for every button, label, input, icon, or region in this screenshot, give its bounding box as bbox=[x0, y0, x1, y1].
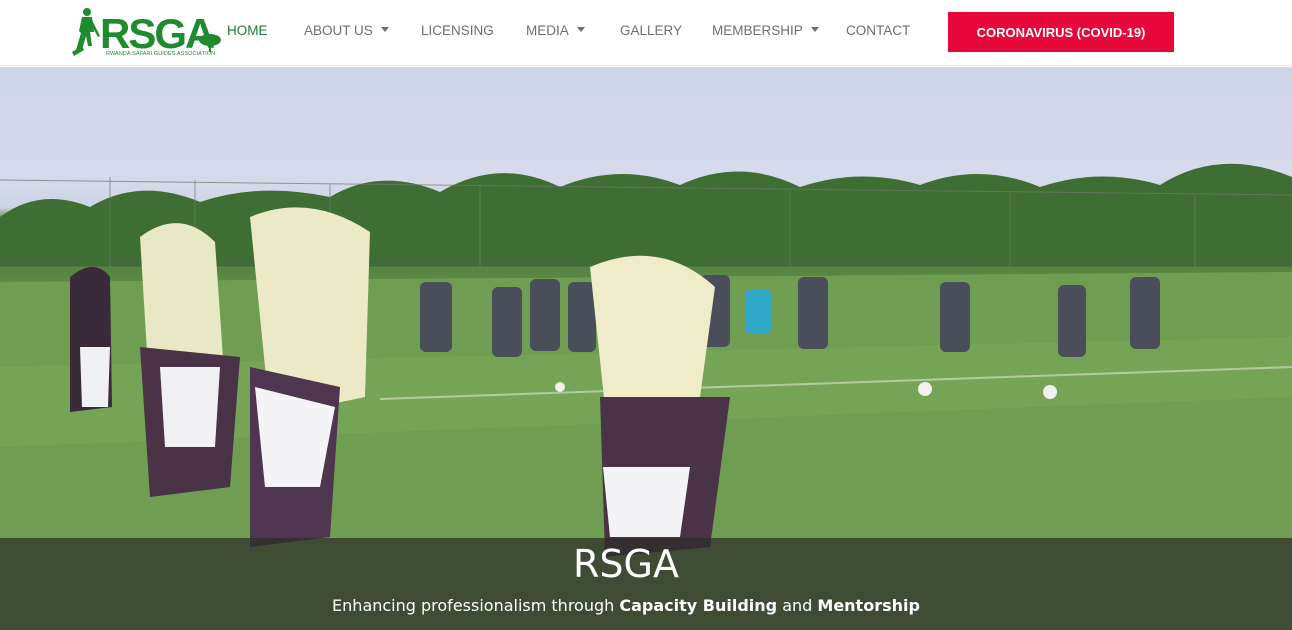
nav-contact[interactable]: CONTACT bbox=[846, 23, 910, 38]
hero-banner: RSGA Enhancing professionalism through C… bbox=[0, 67, 1292, 630]
logo-text: RSGA bbox=[100, 10, 215, 57]
nav-about-us-label: ABOUT US bbox=[304, 23, 373, 38]
tagline-pre: Enhancing professionalism through bbox=[332, 596, 620, 615]
chevron-down-icon bbox=[380, 27, 389, 32]
nav-membership-label: MEMBERSHIP bbox=[712, 23, 803, 38]
chevron-down-icon bbox=[810, 27, 819, 32]
tagline-mid: and bbox=[777, 596, 818, 615]
nav-licensing[interactable]: LICENSING bbox=[421, 23, 494, 38]
hero-title: RSGA bbox=[573, 542, 679, 586]
nav-home[interactable]: HOME bbox=[227, 23, 268, 38]
logo-subtitle: RWANDA SAFARI GUIDES ASSOCIATION bbox=[106, 51, 216, 57]
tagline-capacity-building: Capacity Building bbox=[619, 596, 778, 615]
tagline-mentorship: Mentorship bbox=[817, 596, 920, 615]
nav-about-us[interactable]: ABOUT US bbox=[304, 23, 389, 38]
chevron-down-icon bbox=[576, 27, 585, 32]
rsga-logo[interactable]: RSGA RWANDA SAFARI GUIDES ASSOCIATION bbox=[70, 6, 225, 60]
hero-tagline: Enhancing professionalism through Capaci… bbox=[0, 596, 1252, 615]
nav-membership[interactable]: MEMBERSHIP bbox=[712, 23, 819, 38]
nav-gallery[interactable]: GALLERY bbox=[620, 23, 682, 38]
nav-media-label: MEDIA bbox=[526, 23, 569, 38]
covid-19-button[interactable]: CORONAVIRUS (COVID-19) bbox=[948, 12, 1174, 52]
top-navbar: RSGA RWANDA SAFARI GUIDES ASSOCIATION HO… bbox=[0, 0, 1292, 66]
hero-caption: RSGA Enhancing professionalism through C… bbox=[0, 538, 1292, 630]
nav-media[interactable]: MEDIA bbox=[526, 23, 585, 38]
